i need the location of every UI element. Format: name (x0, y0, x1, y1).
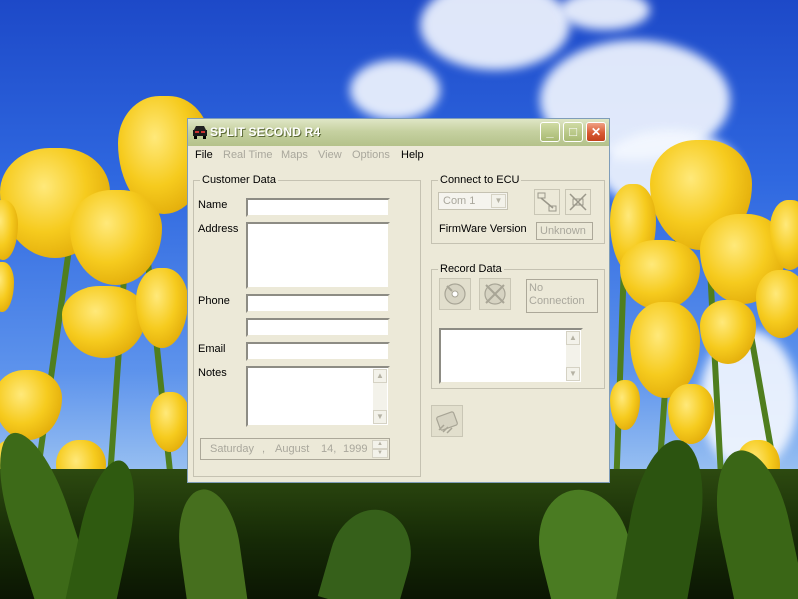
date-separator: , (262, 443, 266, 455)
close-button[interactable]: ✕ (586, 122, 606, 142)
customer-data-title: Customer Data (200, 174, 278, 186)
chip-program-button[interactable] (431, 405, 463, 437)
connect-ecu-title: Connect to ECU (438, 174, 522, 186)
record-log-scrollbar[interactable]: ▲ ▼ (566, 331, 580, 381)
record-disk-icon (444, 283, 466, 305)
scroll-down-arrow-icon[interactable]: ▼ (373, 410, 387, 424)
record-data-group: Record Data No Connection ▲ ▼ (431, 263, 605, 389)
plug-connect-icon (537, 192, 557, 212)
record-log-textarea[interactable]: ▲ ▼ (439, 328, 583, 384)
menu-view[interactable]: View (318, 149, 342, 161)
menu-help[interactable]: Help (401, 149, 424, 161)
email-label: Email (198, 343, 226, 355)
connect-button[interactable] (534, 189, 560, 215)
tulip-flower (0, 200, 18, 260)
tulip-flower (610, 380, 640, 430)
tulip-flower (150, 392, 190, 452)
date-spin-up-icon[interactable]: ▲ (372, 440, 388, 449)
date-picker[interactable]: Saturday , August 14, 1999 ▲ ▼ (200, 438, 390, 460)
cloud (350, 60, 440, 120)
app-car-icon (192, 124, 208, 140)
chevron-down-icon[interactable]: ▼ (491, 194, 506, 208)
connection-status-box: No Connection (526, 279, 598, 313)
tulip-flower (0, 262, 14, 312)
date-day: 14, (321, 443, 337, 455)
phone-input[interactable] (246, 294, 390, 313)
window-title: SPLIT SECOND R4 (210, 125, 321, 139)
minimize-button[interactable]: _ (540, 122, 560, 142)
com-port-select[interactable]: Com 1 ▼ (438, 192, 508, 210)
title-bar[interactable]: SPLIT SECOND R4 _ □ ✕ (188, 119, 609, 146)
cloud (420, 0, 570, 70)
menu-options[interactable]: Options (352, 149, 390, 161)
name-input[interactable] (246, 198, 390, 217)
stop-record-button[interactable] (479, 278, 511, 310)
menu-real-time[interactable]: Real Time (223, 149, 273, 161)
cloud (560, 0, 650, 30)
date-year: 1999 (343, 443, 368, 455)
notes-scrollbar[interactable]: ▲ ▼ (373, 369, 387, 424)
scroll-up-arrow-icon[interactable]: ▲ (373, 369, 387, 383)
email-input[interactable] (246, 342, 390, 361)
date-month: August (275, 443, 310, 455)
status-line-1: No (529, 282, 544, 294)
com-port-value: Com 1 (443, 195, 476, 207)
address-label: Address (198, 223, 239, 235)
tulip-flower (620, 240, 700, 310)
maximize-button[interactable]: □ (563, 122, 583, 142)
firmware-label: FirmWare Version (439, 223, 527, 235)
tulip-flower (62, 286, 146, 358)
scroll-up-arrow-icon[interactable]: ▲ (566, 331, 580, 345)
customer-data-group: Customer Data Name Address Phone Email N… (193, 174, 421, 477)
firmware-value: Unknown (540, 225, 586, 237)
phone-label: Phone (198, 295, 230, 307)
maximize-icon: □ (569, 124, 577, 139)
tulip-flower (136, 268, 188, 348)
stop-disk-icon (484, 283, 506, 305)
menu-file[interactable]: File (195, 149, 213, 161)
close-icon: ✕ (590, 125, 602, 139)
record-button[interactable] (439, 278, 471, 310)
chip-icon (436, 411, 458, 434)
connect-ecu-group: Connect to ECU Com 1 ▼ FirmWare Version … (431, 174, 605, 244)
minimize-icon: _ (546, 124, 554, 139)
firmware-version-field: Unknown (536, 222, 593, 240)
date-weekday: Saturday (210, 443, 255, 455)
name-label: Name (198, 199, 228, 211)
record-data-title: Record Data (438, 263, 504, 275)
app-window: SPLIT SECOND R4 _ □ ✕ File Real Time Map… (187, 118, 610, 483)
date-spin-down-icon[interactable]: ▼ (372, 449, 388, 458)
tulip-flower (756, 270, 798, 338)
notes-label: Notes (198, 367, 227, 379)
disconnect-button[interactable] (565, 189, 591, 215)
menu-maps[interactable]: Maps (281, 149, 308, 161)
phone2-input[interactable] (246, 318, 390, 337)
notes-textarea[interactable]: ▲ ▼ (246, 366, 390, 427)
plug-disconnect-icon (569, 193, 587, 211)
status-line-2: Connection (529, 295, 585, 307)
menu-bar: File Real Time Maps View Options Help (188, 146, 609, 166)
scroll-down-arrow-icon[interactable]: ▼ (566, 367, 580, 381)
tulip-flower (0, 370, 62, 440)
address-input[interactable] (246, 222, 390, 289)
